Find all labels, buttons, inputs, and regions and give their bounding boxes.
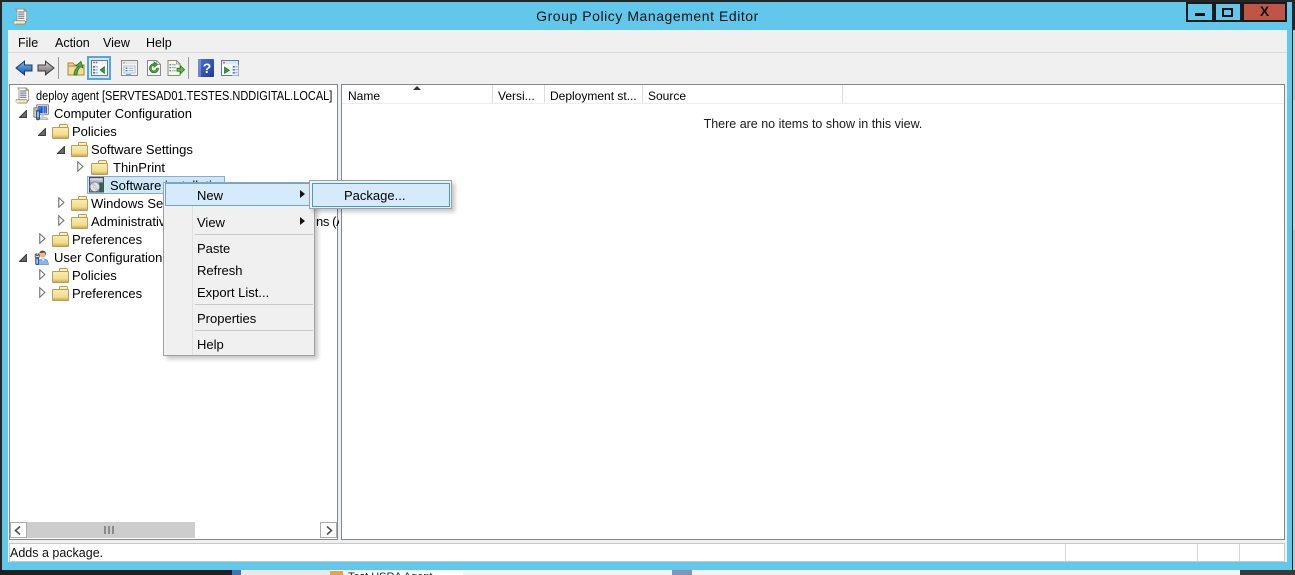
svg-text:?: ? xyxy=(203,60,212,76)
